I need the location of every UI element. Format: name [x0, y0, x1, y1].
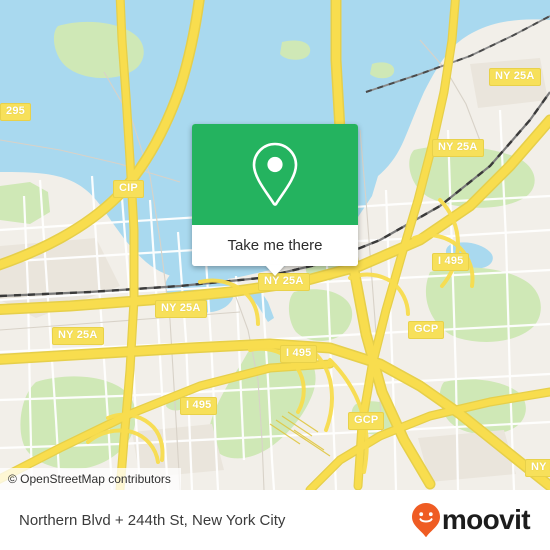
- map-park-small-b: [370, 62, 395, 79]
- road-shield: CIP: [113, 180, 144, 198]
- road-shield: NY 25A: [432, 139, 484, 157]
- moovit-map-screenshot: 295 NY 25A CIP NY 25A I 495 NY 25A NY 25A NY 25…: [0, 0, 550, 550]
- footer-bar: Northern Blvd + 244th St, New York City …: [0, 490, 550, 550]
- road-shield: GCP: [408, 321, 445, 339]
- road-shield: I 495: [432, 253, 470, 271]
- popup-header: [192, 124, 358, 225]
- road-shield: NY 25A: [489, 68, 541, 86]
- take-me-there-label: Take me there: [227, 237, 323, 254]
- road-shield: 295: [0, 103, 31, 121]
- popup-pointer: [265, 265, 285, 276]
- road-shield: GCP: [348, 412, 385, 430]
- road-shield: NY 25A: [52, 327, 104, 345]
- road-shield: I 495: [280, 345, 318, 363]
- take-me-there-button[interactable]: Take me there: [192, 225, 358, 266]
- moovit-smiley-pin-icon: [411, 503, 440, 537]
- road-shield: I 495: [180, 397, 218, 415]
- map-builtup-3: [418, 430, 516, 482]
- location-title: Northern Blvd + 244th St, New York City: [19, 511, 286, 529]
- location-popup-card[interactable]: Take me there: [192, 124, 358, 276]
- map-canvas[interactable]: 295 NY 25A CIP NY 25A I 495 NY 25A NY 25A NY 25…: [0, 0, 550, 490]
- road-shield: NY 25A: [155, 300, 207, 318]
- moovit-brand-logo[interactable]: moovit: [411, 502, 531, 538]
- map-pin-icon: [252, 142, 298, 206]
- attribution-text: © OpenStreetMap contributors: [8, 472, 171, 486]
- map-attribution[interactable]: © OpenStreetMap contributors: [0, 468, 181, 490]
- map-park-small-c: [280, 40, 311, 60]
- moovit-wordmark: moovit: [441, 504, 531, 535]
- road-shield: NY 25B: [525, 459, 550, 477]
